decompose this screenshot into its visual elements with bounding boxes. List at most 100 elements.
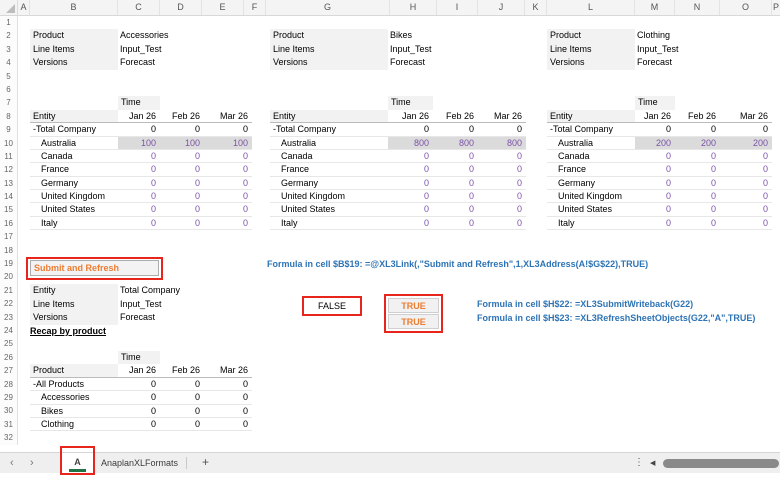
value-cell[interactable]: 0 [160, 418, 204, 430]
time-label-cell[interactable]: Time [388, 96, 433, 110]
value-cell[interactable]: 0 [118, 405, 160, 417]
column-header[interactable]: E [202, 0, 244, 15]
sheet-tab-anaplanxlformats[interactable]: AnaplanXLFormats [97, 453, 182, 473]
column-header[interactable]: P [772, 0, 780, 15]
recap-by-product-link[interactable]: Recap by product [30, 325, 180, 338]
kv-value-cell[interactable]: Clothing [635, 29, 670, 42]
entity-label-cell[interactable]: United Kingdom [30, 190, 118, 202]
entity-label-cell[interactable]: Germany [270, 177, 388, 189]
value-cell[interactable]: 800 [433, 136, 478, 149]
value-cell[interactable]: 0 [118, 391, 160, 403]
month-header-cell[interactable]: Feb 26 [433, 110, 478, 122]
row-header[interactable]: 17 [0, 230, 17, 243]
month-header-cell[interactable]: Feb 26 [160, 364, 204, 376]
row-header[interactable]: 12 [0, 163, 17, 176]
more-options-icon[interactable]: ⋮ [634, 453, 644, 473]
hscrollbar-thumb[interactable] [663, 459, 779, 468]
value-cell[interactable]: 0 [720, 217, 772, 229]
row-header[interactable]: 28 [0, 378, 17, 391]
value-cell[interactable]: 0 [160, 150, 204, 162]
row-header[interactable]: 20 [0, 270, 17, 283]
value-cell[interactable]: 0 [675, 217, 720, 229]
kv-value-cell[interactable]: Input_Test [118, 43, 162, 56]
value-cell[interactable]: 200 [675, 136, 720, 149]
value-cell[interactable]: 0 [635, 190, 675, 202]
entity-header-cell[interactable]: Entity [30, 109, 118, 123]
time-label-cell[interactable]: Time [118, 351, 160, 365]
product-label-cell[interactable]: -All Products [30, 378, 118, 390]
entity-label-cell[interactable]: United States [270, 203, 388, 215]
column-header[interactable]: G [266, 0, 390, 15]
hscroll-left-arrow-icon[interactable]: ◀ [650, 459, 655, 467]
entity-header-cell[interactable]: Entity [547, 109, 635, 123]
value-cell[interactable]: 0 [204, 378, 252, 390]
submit-writeback-flag-cell[interactable]: TRUE [388, 298, 439, 313]
refresh-objects-flag-cell[interactable]: TRUE [388, 314, 439, 329]
entity-label-cell[interactable]: Italy [547, 217, 635, 229]
entity-label-cell[interactable]: Australia [30, 137, 118, 149]
entity-label-cell[interactable]: United States [547, 203, 635, 215]
entity-label-cell[interactable]: United States [30, 203, 118, 215]
kv-label-cell[interactable]: Product [547, 29, 635, 43]
value-cell[interactable]: 0 [204, 203, 252, 215]
row-header[interactable]: 27 [0, 364, 17, 377]
column-header[interactable]: D [160, 0, 202, 15]
value-cell[interactable]: 800 [388, 136, 433, 149]
product-label-cell[interactable]: Accessories [30, 391, 118, 403]
value-cell[interactable]: 0 [635, 163, 675, 175]
value-cell[interactable]: 0 [388, 150, 433, 162]
value-cell[interactable]: 0 [160, 391, 204, 403]
row-header[interactable]: 26 [0, 351, 17, 364]
time-label-cell[interactable]: Time [118, 96, 160, 110]
value-cell[interactable]: 0 [160, 203, 204, 215]
value-cell[interactable]: 0 [635, 177, 675, 189]
entity-label-cell[interactable]: -Total Company [30, 123, 118, 135]
value-cell[interactable]: 0 [433, 203, 478, 215]
product-header-cell[interactable]: Product [30, 364, 118, 377]
row-header[interactable]: 9 [0, 123, 17, 136]
row-header[interactable]: 6 [0, 83, 17, 96]
row-header[interactable]: 30 [0, 404, 17, 417]
column-header[interactable]: K [525, 0, 547, 15]
value-cell[interactable]: 0 [478, 217, 526, 229]
value-cell[interactable]: 0 [118, 190, 160, 202]
value-cell[interactable]: 0 [388, 163, 433, 175]
kv-value-cell[interactable]: Forecast [388, 56, 425, 69]
kv-label-cell[interactable]: Entity [30, 284, 118, 298]
entity-label-cell[interactable]: United Kingdom [270, 190, 388, 202]
kv-label-cell[interactable]: Versions [547, 56, 635, 70]
kv-label-cell[interactable]: Product [270, 29, 388, 43]
entity-header-cell[interactable]: Entity [270, 109, 388, 123]
column-header[interactable]: L [547, 0, 635, 15]
column-header[interactable]: N [675, 0, 720, 15]
select-all-button[interactable] [0, 0, 18, 15]
value-cell[interactable]: 0 [433, 123, 478, 135]
value-cell[interactable]: 0 [635, 217, 675, 229]
value-cell[interactable]: 0 [204, 177, 252, 189]
month-header-cell[interactable]: Jan 26 [388, 110, 433, 122]
row-header[interactable]: 4 [0, 56, 17, 69]
month-header-cell[interactable]: Feb 26 [160, 110, 204, 122]
entity-label-cell[interactable]: -Total Company [270, 123, 388, 135]
product-label-cell[interactable]: Clothing [30, 418, 118, 430]
entity-label-cell[interactable]: Italy [270, 217, 388, 229]
value-cell[interactable]: 0 [433, 177, 478, 189]
value-cell[interactable]: 0 [118, 163, 160, 175]
kv-label-cell[interactable]: Product [30, 29, 118, 43]
entity-label-cell[interactable]: Germany [547, 177, 635, 189]
kv-label-cell[interactable]: Line Items [30, 42, 118, 57]
value-cell[interactable]: 800 [478, 136, 526, 149]
value-cell[interactable]: 0 [433, 217, 478, 229]
month-header-cell[interactable]: Jan 26 [635, 110, 675, 122]
value-cell[interactable]: 0 [118, 177, 160, 189]
value-cell[interactable]: 0 [388, 217, 433, 229]
value-cell[interactable]: 0 [204, 123, 252, 135]
entity-label-cell[interactable]: France [270, 163, 388, 175]
row-header[interactable]: 13 [0, 177, 17, 190]
kv-label-cell[interactable]: Line Items [30, 297, 118, 312]
value-cell[interactable]: 100 [118, 136, 160, 149]
row-header[interactable]: 1 [0, 16, 17, 29]
value-cell[interactable]: 200 [635, 136, 675, 149]
value-cell[interactable]: 0 [720, 190, 772, 202]
month-header-cell[interactable]: Mar 26 [204, 110, 252, 122]
